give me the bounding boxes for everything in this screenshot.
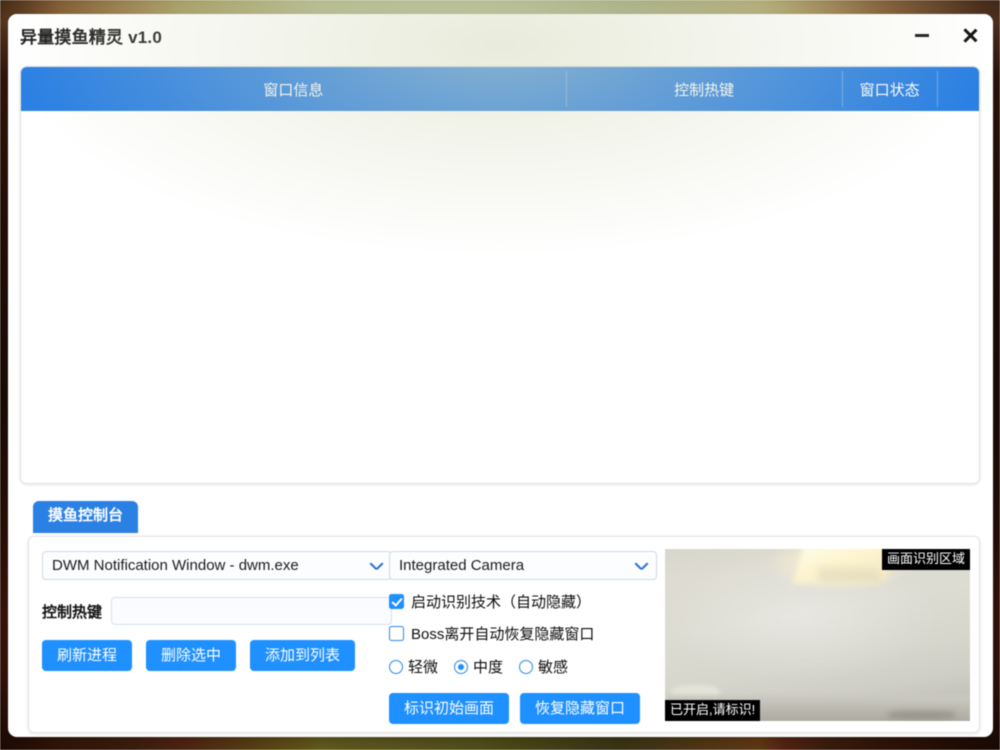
delete-selected-button[interactable]: 删除选中 [146,640,237,672]
recognition-status-label: 已开启,请标识! [665,699,761,721]
window-list-panel: 窗口信息 控制热键 窗口状态 [20,66,980,484]
chevron-down-icon [635,562,648,570]
console-panel: DWM Notification Window - dwm.exe 控制热键 刷… [28,536,980,733]
camera-shadow [887,710,955,720]
checkbox-icon-unchecked [389,626,404,641]
hotkey-input[interactable] [111,597,392,625]
column-header-spacer [937,67,979,111]
list-body-empty[interactable] [21,111,979,483]
camera-select[interactable]: Integrated Camera [389,551,657,580]
radio-sensitivity-light[interactable]: 轻微 [389,656,438,677]
desktop-wallpaper: 异量摸鱼精灵 v1.0 窗口信息 控制热键 窗口状态 摸鱼控制台 DWM Not… [0,0,1000,750]
checkbox-enable-recognition[interactable]: 启动识别技术（自动隐藏） [389,591,657,612]
radio-label-light: 轻微 [408,659,439,676]
process-select[interactable]: DWM Notification Window - dwm.exe [42,551,392,580]
checkbox-icon-checked [389,594,404,609]
chevron-down-icon [370,562,383,570]
hotkey-row: 控制热键 [42,597,392,625]
camera-select-value: Integrated Camera [399,557,525,574]
camera-ceiling-edge [816,566,880,582]
close-button[interactable] [957,22,983,48]
list-header-row: 窗口信息 控制热键 窗口状态 [21,67,979,111]
column-header-window-info[interactable]: 窗口信息 [21,67,566,111]
radio-icon-unselected [389,659,403,674]
mark-initial-frame-button[interactable]: 标识初始画面 [389,693,510,725]
restore-hidden-window-button[interactable]: 恢复隐藏窗口 [520,693,641,725]
hotkey-label: 控制热键 [42,603,103,621]
column-header-hotkey[interactable]: 控制热键 [565,67,842,111]
minimize-button[interactable] [909,22,935,48]
radio-label-sensitive: 敏感 [538,659,569,676]
add-to-list-button[interactable]: 添加到列表 [250,640,356,672]
process-select-value: DWM Notification Window - dwm.exe [52,557,299,574]
page-title: 异量摸鱼精灵 v1.0 [20,28,163,47]
radio-label-medium: 中度 [473,659,504,676]
window-controls [909,14,983,56]
checkbox-label-auto-restore: Boss离开自动恢复隐藏窗口 [411,626,595,643]
checkbox-label-enable-recognition: 启动识别技术（自动隐藏） [411,594,592,611]
sensitivity-radio-group: 轻微 中度 敏感 [389,656,657,677]
minimize-icon [915,33,929,37]
camera-feed-image [665,549,970,721]
radio-icon-selected [454,659,469,674]
console-middle-column: Integrated Camera 启动识别技术（自动隐藏） Boss离开自动恢… [389,551,657,725]
recognition-region-label: 画面识别区域 [881,549,970,571]
refresh-process-button[interactable]: 刷新进程 [42,640,133,672]
radio-sensitivity-medium[interactable]: 中度 [454,656,503,677]
camera-preview[interactable]: 画面识别区域 已开启,请标识! [665,549,970,721]
checkbox-auto-restore[interactable]: Boss离开自动恢复隐藏窗口 [389,623,657,644]
close-icon [962,27,978,43]
radio-icon-unselected [519,659,534,674]
application-window: 异量摸鱼精灵 v1.0 窗口信息 控制热键 窗口状态 摸鱼控制台 DWM Not… [8,14,993,737]
console-left-column: DWM Notification Window - dwm.exe 控制热键 刷… [42,551,392,672]
tab-strip: 摸鱼控制台 [33,501,139,533]
tab-console[interactable]: 摸鱼控制台 [33,501,139,533]
title-bar: 异量摸鱼精灵 v1.0 [8,14,993,56]
camera-action-buttons: 标识初始画面 恢复隐藏窗口 [389,693,657,725]
radio-sensitivity-sensitive[interactable]: 敏感 [519,656,568,677]
process-action-buttons: 刷新进程 删除选中 添加到列表 [42,640,392,672]
column-header-window-state[interactable]: 窗口状态 [842,67,937,111]
